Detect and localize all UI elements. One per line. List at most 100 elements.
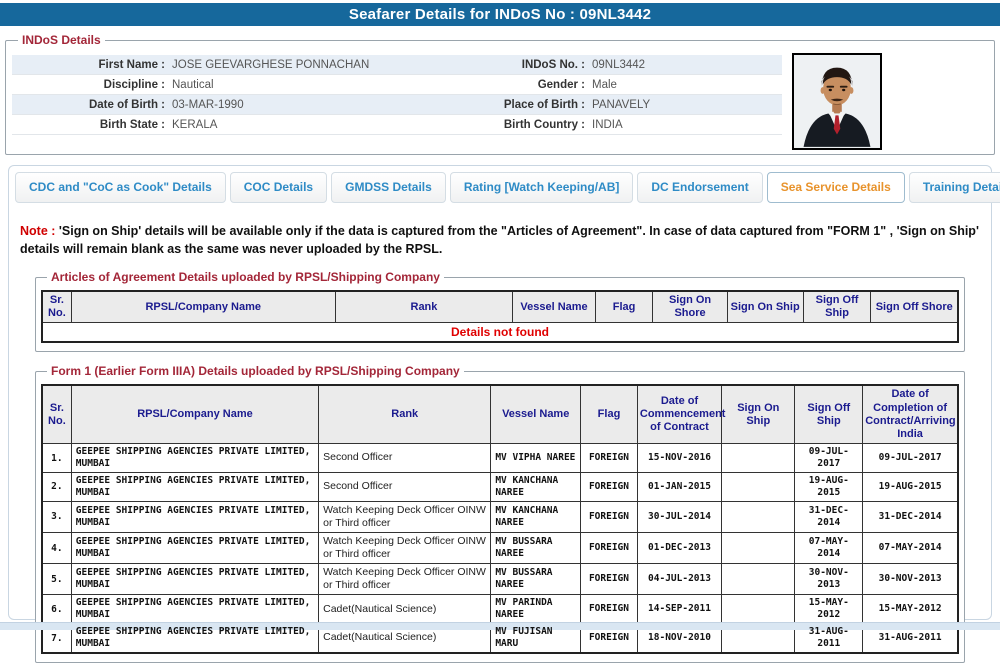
cell-sr-no: 5. xyxy=(42,564,71,595)
cell-sign-off-ship: 30-NOV-2013 xyxy=(795,564,863,595)
column-header-sign-on-shore: Sign On Shore xyxy=(653,291,727,323)
cell-sign-off-ship: 31-DEC-2014 xyxy=(795,501,863,532)
column-header-sign-off-ship: Sign Off Ship xyxy=(803,291,871,323)
column-header-flag: Flag xyxy=(581,385,638,443)
cell-sign-off-ship: 19-AUG-2015 xyxy=(795,472,863,501)
cell-commencement-date: 04-JUL-2013 xyxy=(637,564,721,595)
table-row: 6.GEEPEE SHIPPING AGENCIES PRIVATE LIMIT… xyxy=(42,595,958,624)
cell-company-name: GEEPEE SHIPPING AGENCIES PRIVATE LIMITED… xyxy=(71,595,318,624)
column-header-sign-on-ship: Sign On Ship xyxy=(727,291,803,323)
tab-dc-endorsement[interactable]: DC Endorsement xyxy=(637,172,762,203)
tab-panel: CDC and "CoC as Cook" DetailsCOC Details… xyxy=(8,165,992,620)
cell-sign-on-ship xyxy=(722,472,795,501)
tab-cdc-and-coc-as-cook-details[interactable]: CDC and "CoC as Cook" Details xyxy=(15,172,226,203)
column-header-sr-no: Sr. No. xyxy=(42,291,71,323)
cell-vessel-name: MV BUSSARA NAREE xyxy=(491,532,581,563)
cell-completion-date: 15-MAY-2012 xyxy=(863,595,958,624)
cell-company-name: GEEPEE SHIPPING AGENCIES PRIVATE LIMITED… xyxy=(71,472,318,501)
cell-flag: FOREIGN xyxy=(581,532,638,563)
indos-detail-row: Birth State :KERALABirth Country :INDIA xyxy=(12,115,782,135)
field-value: INDIA xyxy=(592,119,782,131)
cell-flag: FOREIGN xyxy=(581,444,638,473)
field-label: First Name : xyxy=(12,59,172,71)
cell-completion-date: 19-AUG-2015 xyxy=(863,472,958,501)
tab-training-details[interactable]: Training Details xyxy=(909,172,1000,203)
indos-detail-row: Discipline :NauticalGender :Male xyxy=(12,75,782,95)
seafarer-photo-illustration xyxy=(794,55,880,148)
indos-detail-rows: First Name :JOSE GEEVARGHESE PONNACHAN IN… xyxy=(12,55,782,135)
cell-sign-on-ship xyxy=(722,564,795,595)
cell-vessel-name: MV BUSSARA NAREE xyxy=(491,564,581,595)
cell-company-name: GEEPEE SHIPPING AGENCIES PRIVATE LIMITED… xyxy=(71,501,318,532)
empty-message: Details not found xyxy=(42,323,958,343)
column-header-sign-off-ship: Sign Off Ship xyxy=(795,385,863,443)
note-body: 'Sign on Ship' details will be available… xyxy=(20,224,979,256)
cell-commencement-date: 01-DEC-2013 xyxy=(637,532,721,563)
column-header-sr-no: Sr. No. xyxy=(42,385,71,443)
cell-completion-date: 30-NOV-2013 xyxy=(863,564,958,595)
field-value: Male xyxy=(592,79,782,91)
cell-sr-no: 2. xyxy=(42,472,71,501)
table-row: 2.GEEPEE SHIPPING AGENCIES PRIVATE LIMIT… xyxy=(42,472,958,501)
cell-vessel-name: MV VIPHA NAREE xyxy=(491,444,581,473)
cell-completion-date: 07-MAY-2014 xyxy=(863,532,958,563)
cell-sign-off-ship: 15-MAY-2012 xyxy=(795,595,863,624)
field-label: Discipline : xyxy=(12,79,172,91)
table-row: 5.GEEPEE SHIPPING AGENCIES PRIVATE LIMIT… xyxy=(42,564,958,595)
cell-company-name: GEEPEE SHIPPING AGENCIES PRIVATE LIMITED… xyxy=(71,532,318,563)
cell-commencement-date: 14-SEP-2011 xyxy=(637,595,721,624)
field-label: Date of Birth : xyxy=(12,99,172,111)
articles-legend: Articles of Agreement Details uploaded b… xyxy=(47,270,444,284)
tab-rating-watch-keeping-ab[interactable]: Rating [Watch Keeping/AB] xyxy=(450,172,634,203)
table-row-empty: Details not found xyxy=(42,323,958,343)
tab-strip: CDC and "CoC as Cook" DetailsCOC Details… xyxy=(15,172,987,203)
tab-gmdss-details[interactable]: GMDSS Details xyxy=(331,172,446,203)
page-title: Seafarer Details for INDoS No : 09NL3442 xyxy=(0,3,1000,26)
field-value: 03-MAR-1990 xyxy=(172,99,462,111)
seafarer-photo xyxy=(792,53,882,150)
cell-rank: Watch Keeping Deck Officer OINW or Third… xyxy=(319,501,491,532)
column-header-vessel-name: Vessel Name xyxy=(513,291,595,323)
cell-vessel-name: MV KANCHANA NAREE xyxy=(491,472,581,501)
cell-flag: FOREIGN xyxy=(581,501,638,532)
column-header-rpsl-company-name: RPSL/Company Name xyxy=(71,291,335,323)
column-header-date-of-commencement-of-contract: Date of Commencement of Contract xyxy=(637,385,721,443)
cell-flag: FOREIGN xyxy=(581,472,638,501)
form1-section: Form 1 (Earlier Form IIIA) Details uploa… xyxy=(35,364,965,663)
table-row: 7.GEEPEE SHIPPING AGENCIES PRIVATE LIMIT… xyxy=(42,624,958,653)
tab-sea-service-details[interactable]: Sea Service Details xyxy=(767,172,905,203)
cell-completion-date: 09-JUL-2017 xyxy=(863,444,958,473)
cell-sign-off-ship: 07-MAY-2014 xyxy=(795,532,863,563)
table-row: 3.GEEPEE SHIPPING AGENCIES PRIVATE LIMIT… xyxy=(42,501,958,532)
column-header-vessel-name: Vessel Name xyxy=(491,385,581,443)
cell-company-name: GEEPEE SHIPPING AGENCIES PRIVATE LIMITED… xyxy=(71,624,318,653)
cell-rank: Watch Keeping Deck Officer OINW or Third… xyxy=(319,532,491,563)
note-text: Note : 'Sign on Ship' details will be av… xyxy=(20,223,980,258)
cell-commencement-date: 15-NOV-2016 xyxy=(637,444,721,473)
cell-rank: Cadet(Nautical Science) xyxy=(319,595,491,624)
articles-of-agreement-section: Articles of Agreement Details uploaded b… xyxy=(35,270,965,352)
cell-company-name: GEEPEE SHIPPING AGENCIES PRIVATE LIMITED… xyxy=(71,444,318,473)
cell-commencement-date: 01-JAN-2015 xyxy=(637,472,721,501)
field-label: Gender : xyxy=(462,79,592,91)
articles-table: Sr. No.RPSL/Company NameRankVessel NameF… xyxy=(41,290,959,343)
field-value: Nautical xyxy=(172,79,462,91)
column-header-flag: Flag xyxy=(595,291,653,323)
cell-company-name: GEEPEE SHIPPING AGENCIES PRIVATE LIMITED… xyxy=(71,564,318,595)
cell-sr-no: 6. xyxy=(42,595,71,624)
cell-flag: FOREIGN xyxy=(581,564,638,595)
column-header-rank: Rank xyxy=(335,291,513,323)
form1-legend: Form 1 (Earlier Form IIIA) Details uploa… xyxy=(47,364,464,378)
cell-commencement-date: 30-JUL-2014 xyxy=(637,501,721,532)
cell-sr-no: 4. xyxy=(42,532,71,563)
cell-vessel-name: MV KANCHANA NAREE xyxy=(491,501,581,532)
column-header-sign-on-ship: Sign On Ship xyxy=(722,385,795,443)
cell-rank: Second Officer xyxy=(319,444,491,473)
field-value: JOSE GEEVARGHESE PONNACHAN xyxy=(172,59,462,71)
indos-detail-row: First Name :JOSE GEEVARGHESE PONNACHANIN… xyxy=(12,55,782,75)
note-label: Note : xyxy=(20,224,55,238)
tab-coc-details[interactable]: COC Details xyxy=(230,172,327,203)
column-header-sign-off-shore: Sign Off Shore xyxy=(871,291,958,323)
cell-rank: Watch Keeping Deck Officer OINW or Third… xyxy=(319,564,491,595)
cell-sign-on-ship xyxy=(722,444,795,473)
